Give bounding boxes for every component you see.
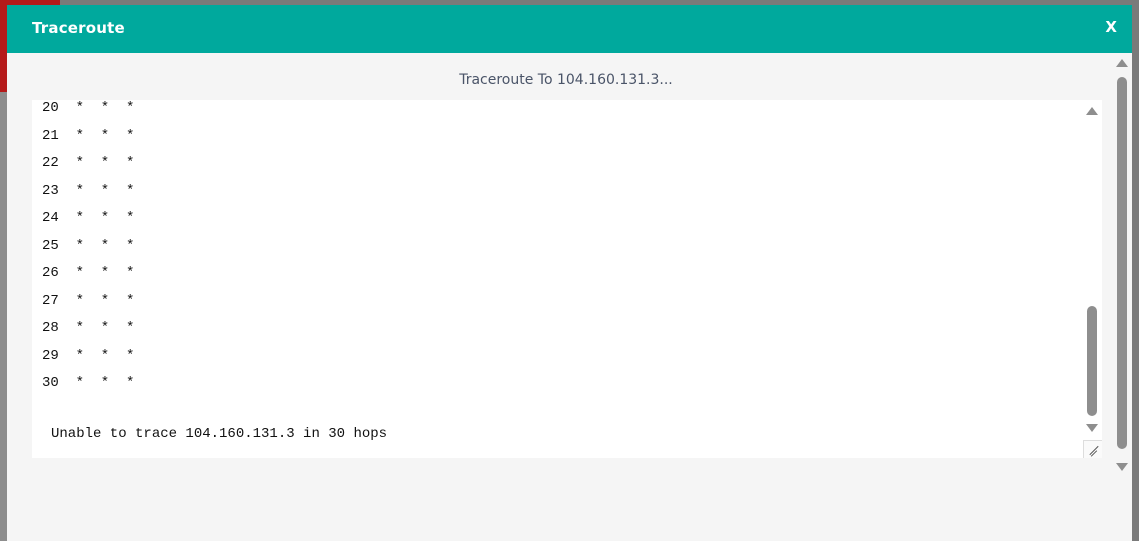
- dialog-header: Traceroute X: [7, 5, 1132, 53]
- hop-line: 30 * * *: [42, 375, 135, 391]
- resize-handle-icon[interactable]: [1083, 440, 1102, 458]
- traceroute-dialog: Traceroute X Traceroute To 104.160.131.3…: [7, 5, 1132, 541]
- hop-lines: 20 * * * 21 * * * 22 * * * 23 * * * 24 * * *…: [42, 100, 134, 398]
- traceroute-subtitle: Traceroute To 104.160.131.3...: [459, 72, 673, 88]
- hop-line: 29 * * *: [42, 347, 135, 364]
- hop-line: 23 * * *: [42, 182, 135, 199]
- dialog-scrollbar[interactable]: [1112, 57, 1132, 477]
- hop-line: 22 * * *: [42, 155, 135, 171]
- hop-line: 27 * * *: [42, 292, 135, 309]
- hop-line: 25 * * *: [42, 237, 135, 254]
- hop-line: 20 * * *: [42, 100, 135, 116]
- output-scrollbar[interactable]: [1082, 100, 1102, 440]
- hop-line: 26 * * *: [42, 265, 135, 281]
- dialog-scrollbar-thumb[interactable]: [1117, 77, 1127, 449]
- scroll-up-arrow-icon[interactable]: [1086, 107, 1098, 115]
- hop-line: 24 * * *: [42, 210, 135, 226]
- traceroute-output-area[interactable]: 20 * * * 21 * * * 22 * * * 23 * * * 24 * * *…: [32, 100, 1102, 458]
- dialog-scroll-down-arrow-icon[interactable]: [1116, 463, 1128, 471]
- dialog-title: Traceroute: [32, 19, 125, 37]
- hop-line: 21 * * *: [42, 127, 135, 144]
- hop-line: 28 * * *: [42, 320, 135, 336]
- output-scrollbar-thumb[interactable]: [1087, 306, 1097, 416]
- dialog-scroll-up-arrow-icon[interactable]: [1116, 59, 1128, 67]
- close-button[interactable]: X: [1105, 18, 1117, 36]
- trace-result-message: Unable to trace 104.160.131.3 in 30 hops: [51, 426, 388, 442]
- scroll-down-arrow-icon[interactable]: [1086, 424, 1098, 432]
